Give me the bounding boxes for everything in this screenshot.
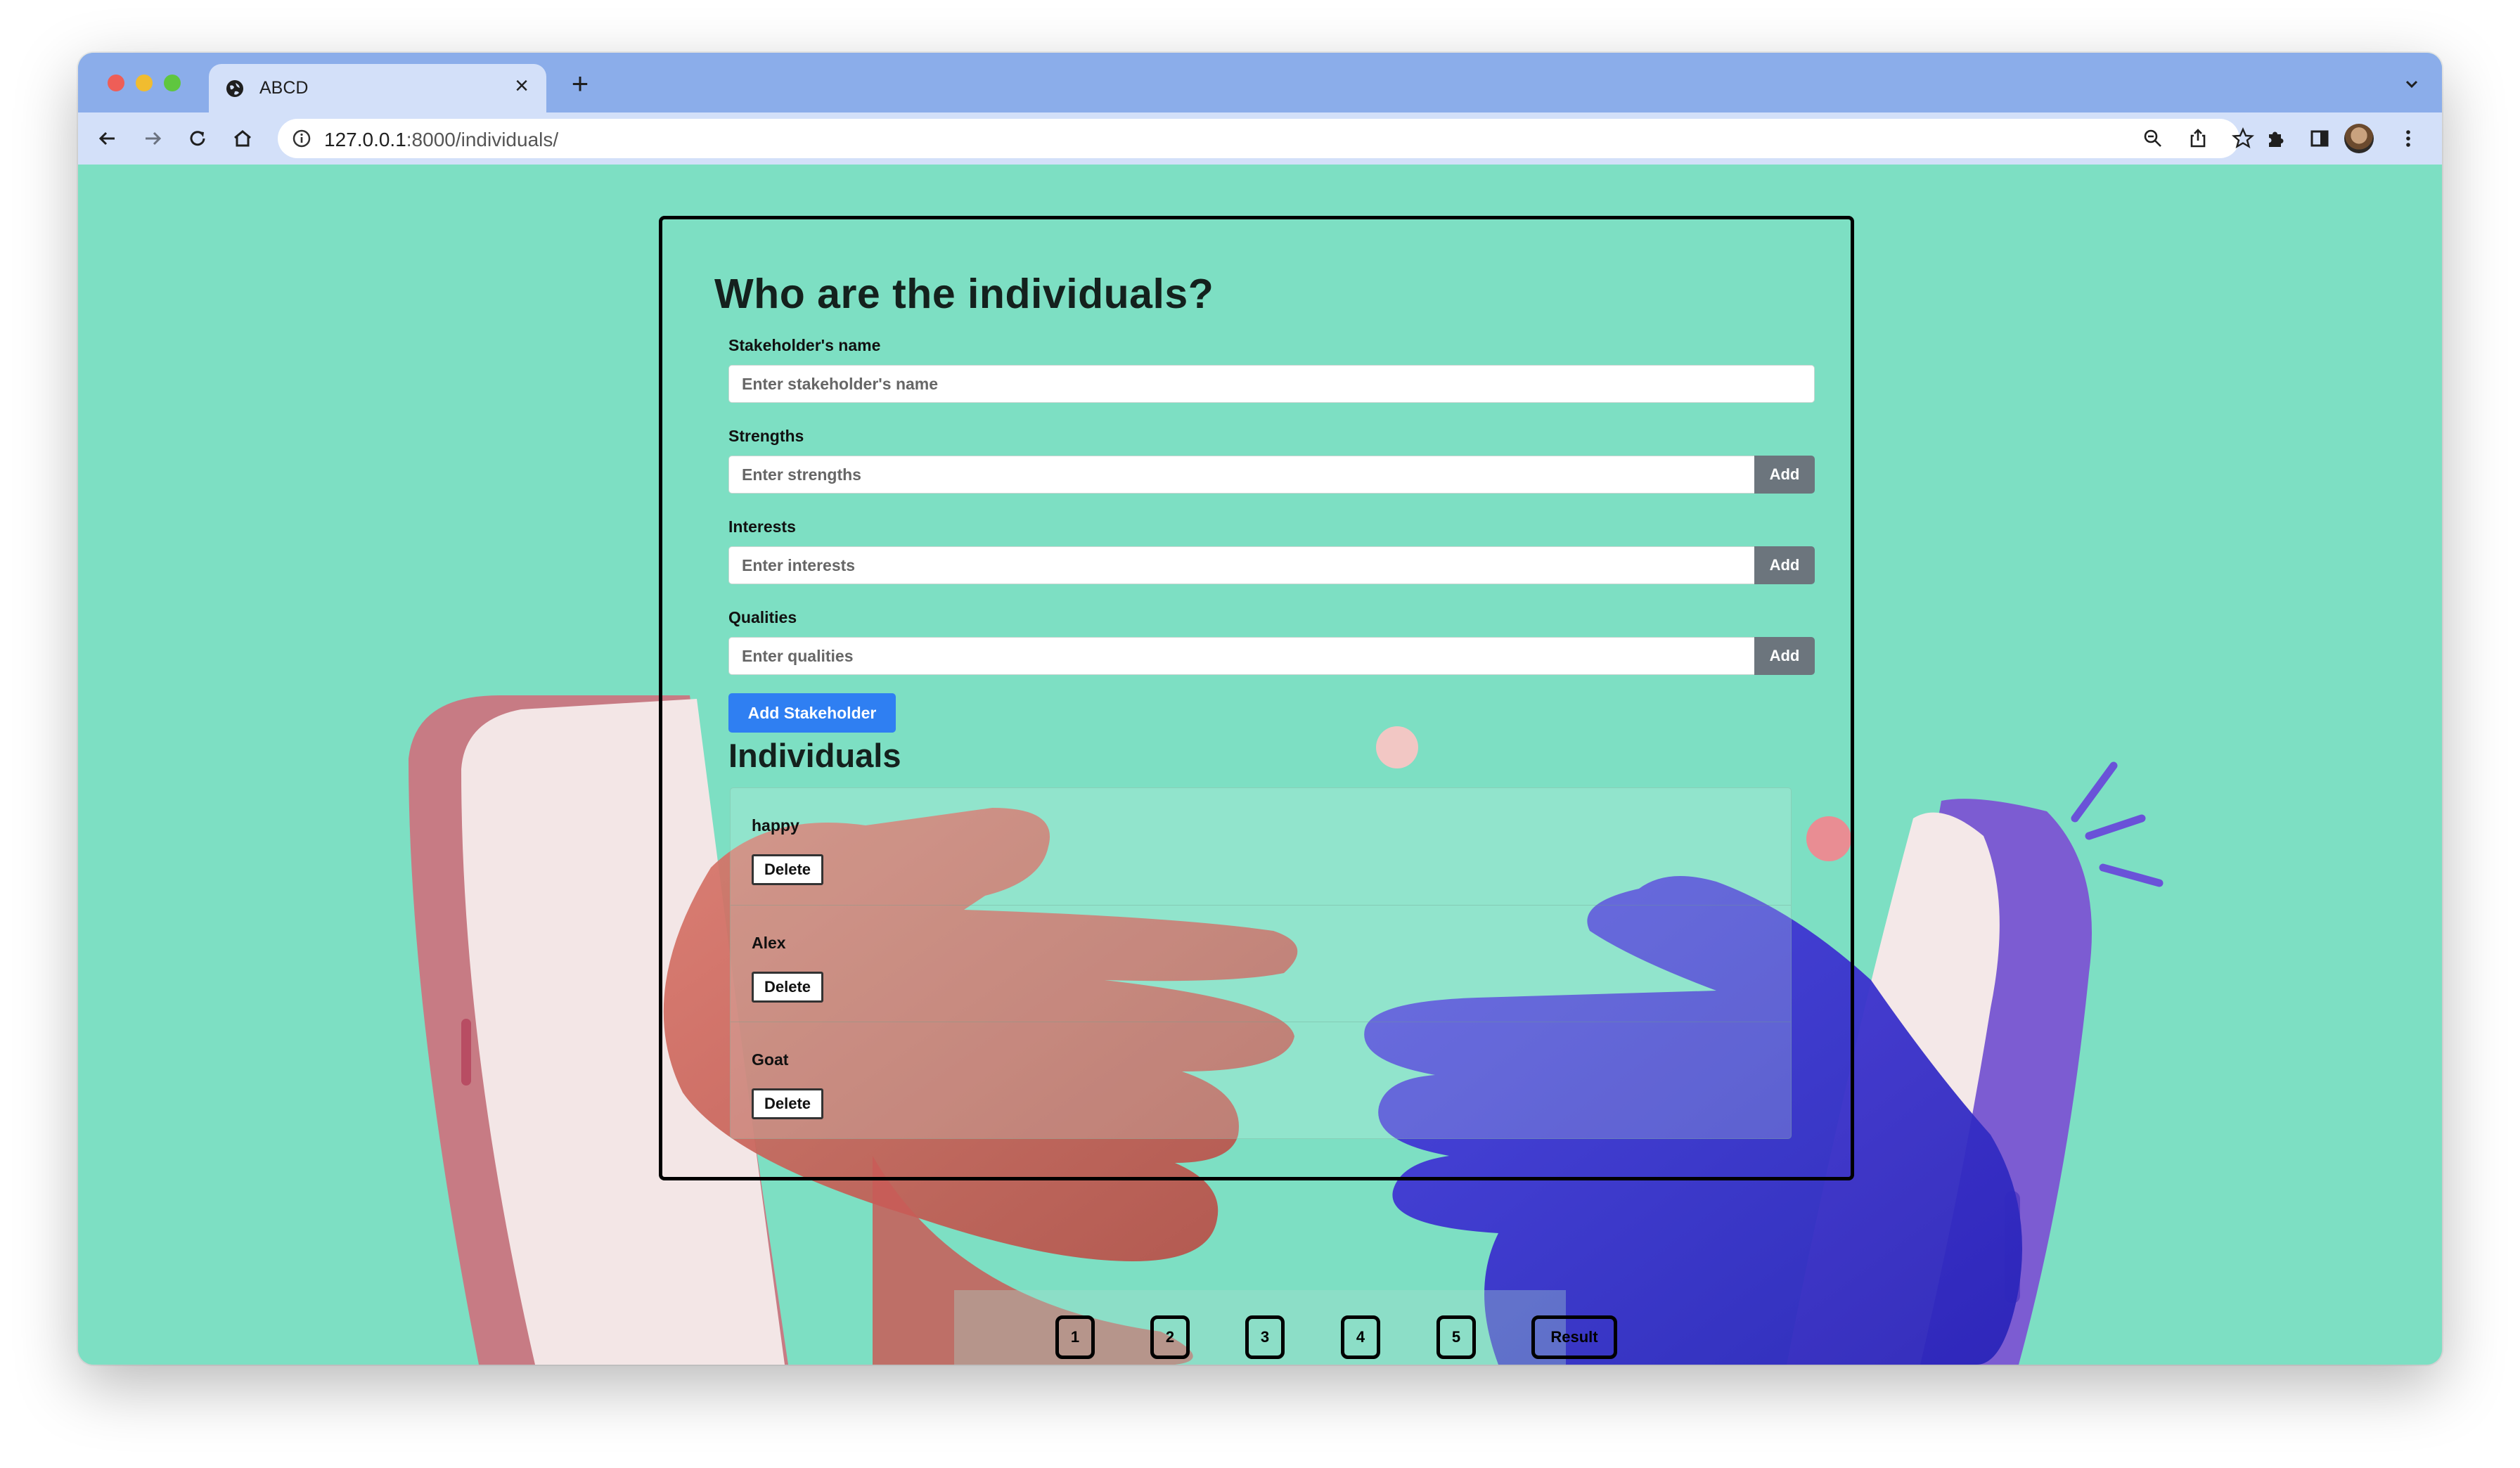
page-4-button[interactable]: 4	[1341, 1315, 1380, 1359]
individuals-heading: Individuals	[728, 737, 901, 774]
add-strengths-button[interactable]: Add	[1754, 456, 1815, 494]
qualities-label: Qualities	[728, 608, 797, 626]
browser-toolbar: 127.0.0.1:8000/individuals/	[78, 112, 2442, 165]
page-2-button[interactable]: 2	[1150, 1315, 1190, 1359]
reload-icon[interactable]	[185, 126, 210, 151]
close-window-button[interactable]	[108, 75, 124, 91]
individuals-list: happy Delete Alex Delete Goat Delete	[730, 787, 1792, 1139]
add-stakeholder-button[interactable]: Add Stakeholder	[728, 693, 896, 733]
strengths-label: Strengths	[728, 427, 804, 445]
page-1-button[interactable]: 1	[1055, 1315, 1095, 1359]
back-arrow-icon[interactable]	[95, 126, 120, 151]
extensions-icon[interactable]	[2263, 126, 2288, 151]
stakeholder-name-input[interactable]	[728, 365, 1815, 403]
add-interests-button[interactable]: Add	[1754, 546, 1815, 584]
individuals-form-card: Who are the individuals? Stakeholder's n…	[659, 216, 1854, 1180]
individual-name: Alex	[752, 934, 786, 952]
interests-input[interactable]	[728, 546, 1755, 584]
list-item: Goat Delete	[731, 1022, 1791, 1139]
qualities-input[interactable]	[728, 637, 1755, 675]
star-icon[interactable]	[2231, 127, 2255, 150]
home-icon[interactable]	[230, 126, 255, 151]
individual-name: happy	[752, 816, 799, 835]
kebab-menu-icon[interactable]	[2396, 126, 2421, 151]
page-3-button[interactable]: 3	[1245, 1315, 1285, 1359]
forward-arrow-icon[interactable]	[140, 126, 165, 151]
page-5-button[interactable]: 5	[1436, 1315, 1476, 1359]
chevron-down-icon[interactable]	[2401, 74, 2422, 95]
delete-button[interactable]: Delete	[752, 854, 823, 885]
avatar[interactable]	[2344, 124, 2374, 153]
browser-tab[interactable]: ABCD ×	[209, 64, 546, 112]
plus-icon[interactable]: +	[566, 69, 594, 98]
globe-icon	[226, 80, 243, 97]
stakeholder-name-label: Stakeholder's name	[728, 336, 881, 354]
strengths-input[interactable]	[728, 456, 1755, 494]
tab-close-icon[interactable]: ×	[510, 74, 534, 98]
address-bar[interactable]: 127.0.0.1:8000/individuals/	[278, 119, 2255, 158]
maximize-window-button[interactable]	[164, 75, 181, 91]
delete-button[interactable]: Delete	[752, 1088, 823, 1119]
pagination: 1 2 3 4 5 Result	[954, 1290, 1617, 1365]
minimize-window-button[interactable]	[136, 75, 153, 91]
zoom-icon[interactable]	[2141, 127, 2165, 150]
tab-title: ABCD	[259, 78, 309, 98]
individual-name: Goat	[752, 1050, 789, 1069]
page-viewport: Who are the individuals? Stakeholder's n…	[78, 165, 2442, 1365]
delete-button[interactable]: Delete	[752, 972, 823, 1003]
page-title: Who are the individuals?	[714, 271, 1214, 317]
sidepanel-icon[interactable]	[2307, 126, 2332, 151]
interests-label: Interests	[728, 517, 796, 536]
url-text[interactable]: 127.0.0.1:8000/individuals/	[324, 129, 558, 151]
info-icon[interactable]	[292, 129, 311, 148]
share-icon[interactable]	[2186, 127, 2210, 150]
list-item: happy Delete	[731, 788, 1791, 905]
add-qualities-button[interactable]: Add	[1754, 637, 1815, 675]
result-button[interactable]: Result	[1531, 1315, 1617, 1359]
tab-strip: ABCD × +	[78, 53, 2442, 112]
list-item: Alex Delete	[731, 905, 1791, 1022]
browser-window: ABCD × + 127.0.0.1:8000/individuals/ Who…	[78, 53, 2442, 1365]
